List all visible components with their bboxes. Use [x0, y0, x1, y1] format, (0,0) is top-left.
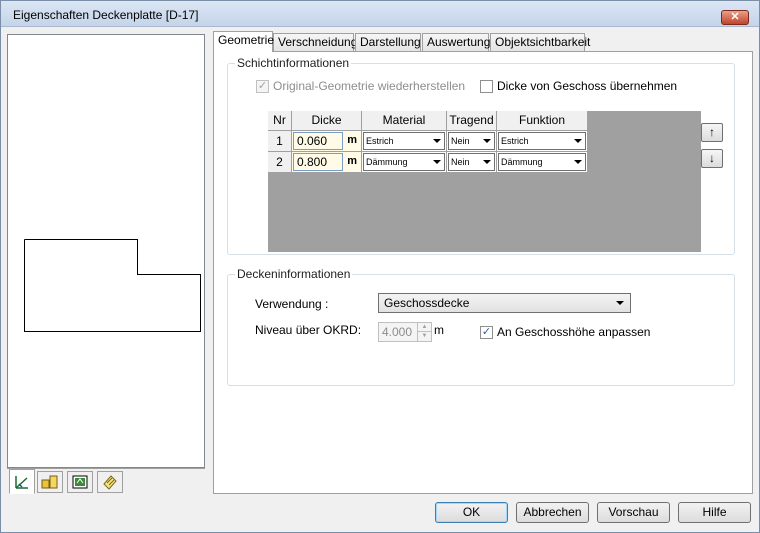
- row1-tragend-select[interactable]: Nein: [448, 132, 495, 150]
- restore-geometry-checkbox[interactable]: ✓ Original-Geometrie wiederherstellen: [256, 79, 465, 93]
- schicht-legend: Schichtinformationen: [235, 56, 352, 70]
- tab-geometrie[interactable]: Geometrie: [213, 31, 274, 52]
- row1-tragend-value: Nein: [451, 136, 470, 146]
- row1-material-value: Estrich: [366, 136, 394, 146]
- tab-objektsichtbarkeit[interactable]: Objektsichtbarkeit: [490, 33, 590, 52]
- close-button[interactable]: ✕: [721, 10, 749, 25]
- niveau-unit: m: [434, 323, 444, 337]
- move-layer-down-button[interactable]: ↓: [701, 149, 723, 168]
- properties-dialog: Eigenschaften Deckenplatte [D-17] ✕ Geom…: [0, 0, 760, 533]
- dicke-label: Dicke von Geschoss übernehmen: [497, 79, 678, 93]
- objects-3d-icon: [41, 475, 58, 489]
- niveau-stepper[interactable]: 4.000 ▲ ▼: [378, 322, 432, 342]
- col-dicke: Dicke: [292, 111, 362, 131]
- row1-material-cell: Estrich: [362, 131, 447, 152]
- restore-label: Original-Geometrie wiederherstellen: [273, 79, 466, 93]
- chevron-down-icon: [616, 301, 624, 305]
- row2-material-select[interactable]: Dämmung: [363, 153, 445, 171]
- shape-preview: [7, 34, 205, 468]
- anpassen-checkmark: ✓: [480, 325, 493, 339]
- row2-funktion-value: Dämmung: [501, 157, 543, 167]
- side-tab-geometry[interactable]: [9, 469, 35, 494]
- tab-verschneidung[interactable]: Verschneidung: [273, 33, 357, 52]
- move-layer-up-button[interactable]: ↑: [701, 123, 723, 142]
- verwendung-select[interactable]: Geschossdecke: [378, 293, 631, 313]
- decken-legend: Deckeninformationen: [235, 267, 353, 281]
- side-tab-layers[interactable]: [67, 471, 93, 493]
- col-funktion: Funktion: [497, 111, 588, 131]
- side-tab-objects[interactable]: [37, 471, 63, 493]
- col-tragend: Tragend: [447, 111, 497, 131]
- preview-button[interactable]: Vorschau: [597, 502, 670, 523]
- layers-icon: [72, 475, 88, 489]
- dicke-checkbox-box: [480, 79, 493, 93]
- ok-button[interactable]: OK: [435, 502, 508, 523]
- anpassen-label: An Geschosshöhe anpassen: [497, 325, 651, 339]
- help-button[interactable]: Hilfe: [678, 502, 751, 523]
- layer-table: Nr Dicke Material Tragend Funktion 1 0.0…: [268, 111, 701, 252]
- decken-group: Deckeninformationen Verwendung : Geschos…: [227, 267, 735, 386]
- row2-funktion-select[interactable]: Dämmung: [498, 153, 586, 171]
- col-material: Material: [362, 111, 447, 131]
- side-tab-notes[interactable]: [97, 471, 123, 493]
- row2-dicke-cell[interactable]: 0.800 m: [292, 152, 362, 173]
- row1-material-select[interactable]: Estrich: [363, 132, 445, 150]
- geometry-view-icon: [15, 475, 28, 489]
- row1-unit: m: [347, 134, 357, 146]
- tab-darstellung[interactable]: Darstellung: [355, 33, 421, 52]
- row2-dicke-input[interactable]: 0.800: [293, 153, 343, 171]
- row2-tragend-select[interactable]: Nein: [448, 153, 495, 171]
- row1-dicke-input[interactable]: 0.060: [293, 132, 343, 150]
- tab-auswertung[interactable]: Auswertung: [422, 33, 490, 52]
- row2-tragend-cell: Nein: [447, 152, 497, 173]
- anpassen-checkbox[interactable]: ✓ An Geschosshöhe anpassen: [480, 325, 650, 339]
- row2-tragend-value: Nein: [451, 157, 470, 167]
- chevron-down-icon: [483, 160, 491, 164]
- notes-icon: [103, 475, 117, 490]
- restore-checkmark: ✓: [256, 79, 269, 93]
- preview-tabs: [7, 468, 205, 494]
- title-bar: Eigenschaften Deckenplatte [D-17] ✕: [1, 1, 759, 27]
- chevron-down-icon: [433, 160, 441, 164]
- row1-funktion-value: Estrich: [501, 136, 529, 146]
- cancel-button[interactable]: Abbrechen: [516, 502, 589, 523]
- schicht-group: Schichtinformationen ✓ Original-Geometri…: [227, 56, 735, 255]
- slab-outline: [24, 239, 201, 332]
- chevron-down-icon: [433, 139, 441, 143]
- verwendung-value: Geschossdecke: [384, 296, 470, 310]
- chevron-down-icon: [574, 139, 582, 143]
- row1-dicke-cell[interactable]: 0.060 m: [292, 131, 362, 152]
- row2-unit: m: [347, 155, 357, 167]
- row1-nr: 1: [268, 131, 292, 152]
- row1-funktion-cell: Estrich: [497, 131, 588, 152]
- row2-funktion-cell: Dämmung: [497, 152, 588, 173]
- chevron-down-icon: [574, 160, 582, 164]
- row2-nr: 2: [268, 152, 292, 173]
- verwendung-label: Verwendung :: [255, 297, 329, 311]
- dicke-from-storey-checkbox[interactable]: Dicke von Geschoss übernehmen: [480, 79, 677, 93]
- geometrie-panel: Schichtinformationen ✓ Original-Geometri…: [213, 51, 753, 494]
- niveau-value: 4.000: [382, 325, 413, 339]
- spin-down-icon[interactable]: ▼: [417, 332, 431, 341]
- spin-up-icon[interactable]: ▲: [417, 323, 431, 332]
- col-nr: Nr: [268, 111, 292, 131]
- row1-funktion-select[interactable]: Estrich: [498, 132, 586, 150]
- window-title: Eigenschaften Deckenplatte [D-17]: [13, 8, 199, 22]
- row1-tragend-cell: Nein: [447, 131, 497, 152]
- chevron-down-icon: [483, 139, 491, 143]
- niveau-label: Niveau über OKRD:: [255, 323, 362, 337]
- row2-material-value: Dämmung: [366, 157, 408, 167]
- row2-material-cell: Dämmung: [362, 152, 447, 173]
